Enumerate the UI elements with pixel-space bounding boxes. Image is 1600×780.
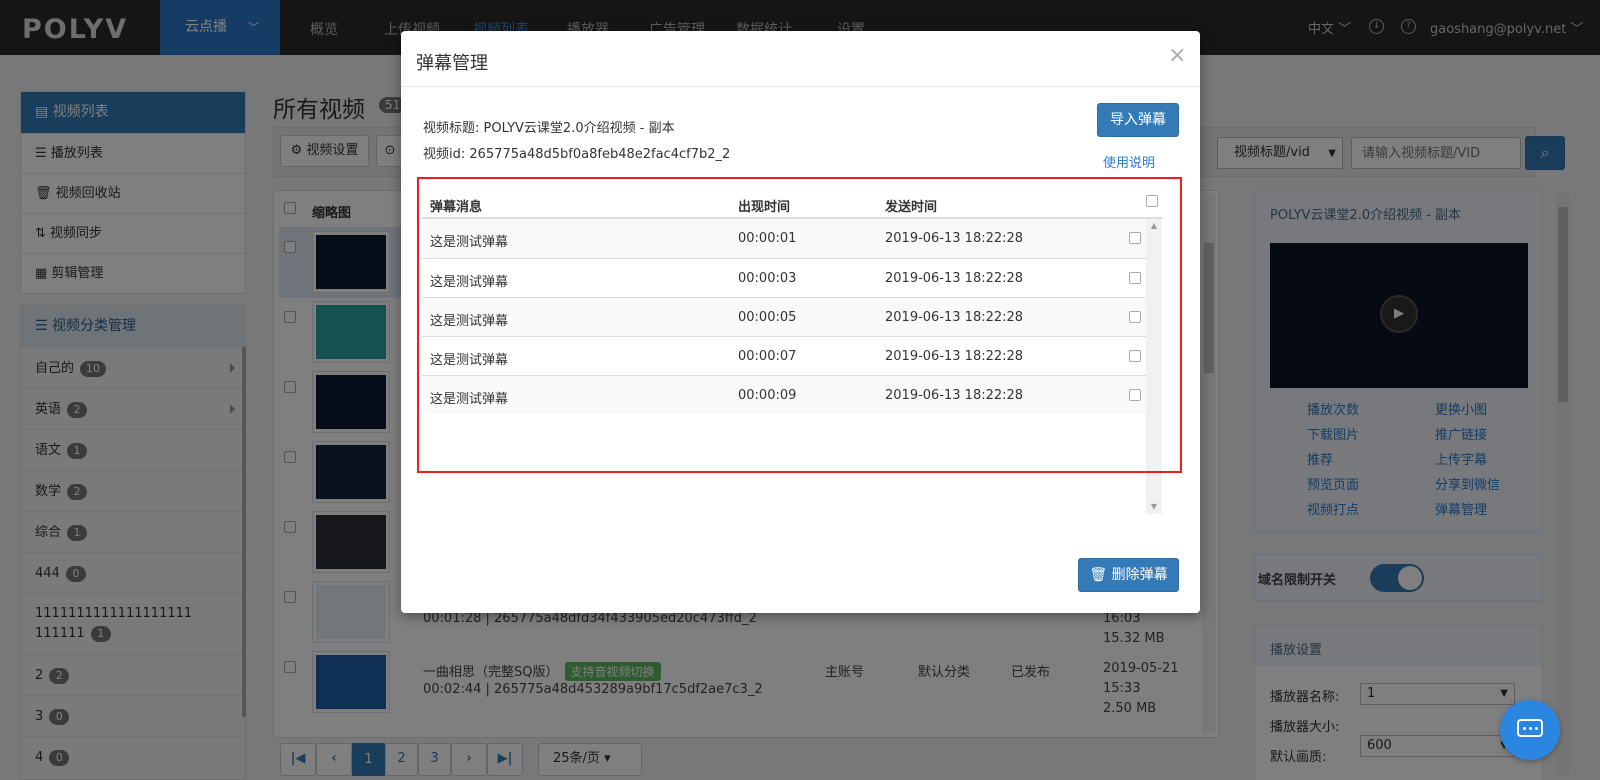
help-link[interactable]: 使用说明	[1103, 152, 1155, 171]
modal-title: 弹幕管理	[416, 53, 488, 74]
chat-widget-button[interactable]	[1500, 700, 1560, 760]
video-id-line: 视频id: 265775a48d5bf0a8feb48e2fac4cf7b2_2	[423, 147, 731, 162]
video-title-line: 视频标题: POLYV云课堂2.0介绍视频 - 副本	[423, 121, 675, 136]
close-icon[interactable]: ×	[1168, 43, 1186, 68]
delete-danmaku-button[interactable]: 🗑 删除弹幕	[1078, 558, 1179, 592]
divider	[401, 86, 1200, 87]
import-danmaku-button[interactable]: 导入弹幕	[1097, 103, 1179, 137]
delete-danmaku-label: 删除弹幕	[1111, 567, 1168, 583]
highlight-box	[417, 177, 1182, 473]
chat-bubble-icon	[1517, 719, 1543, 737]
